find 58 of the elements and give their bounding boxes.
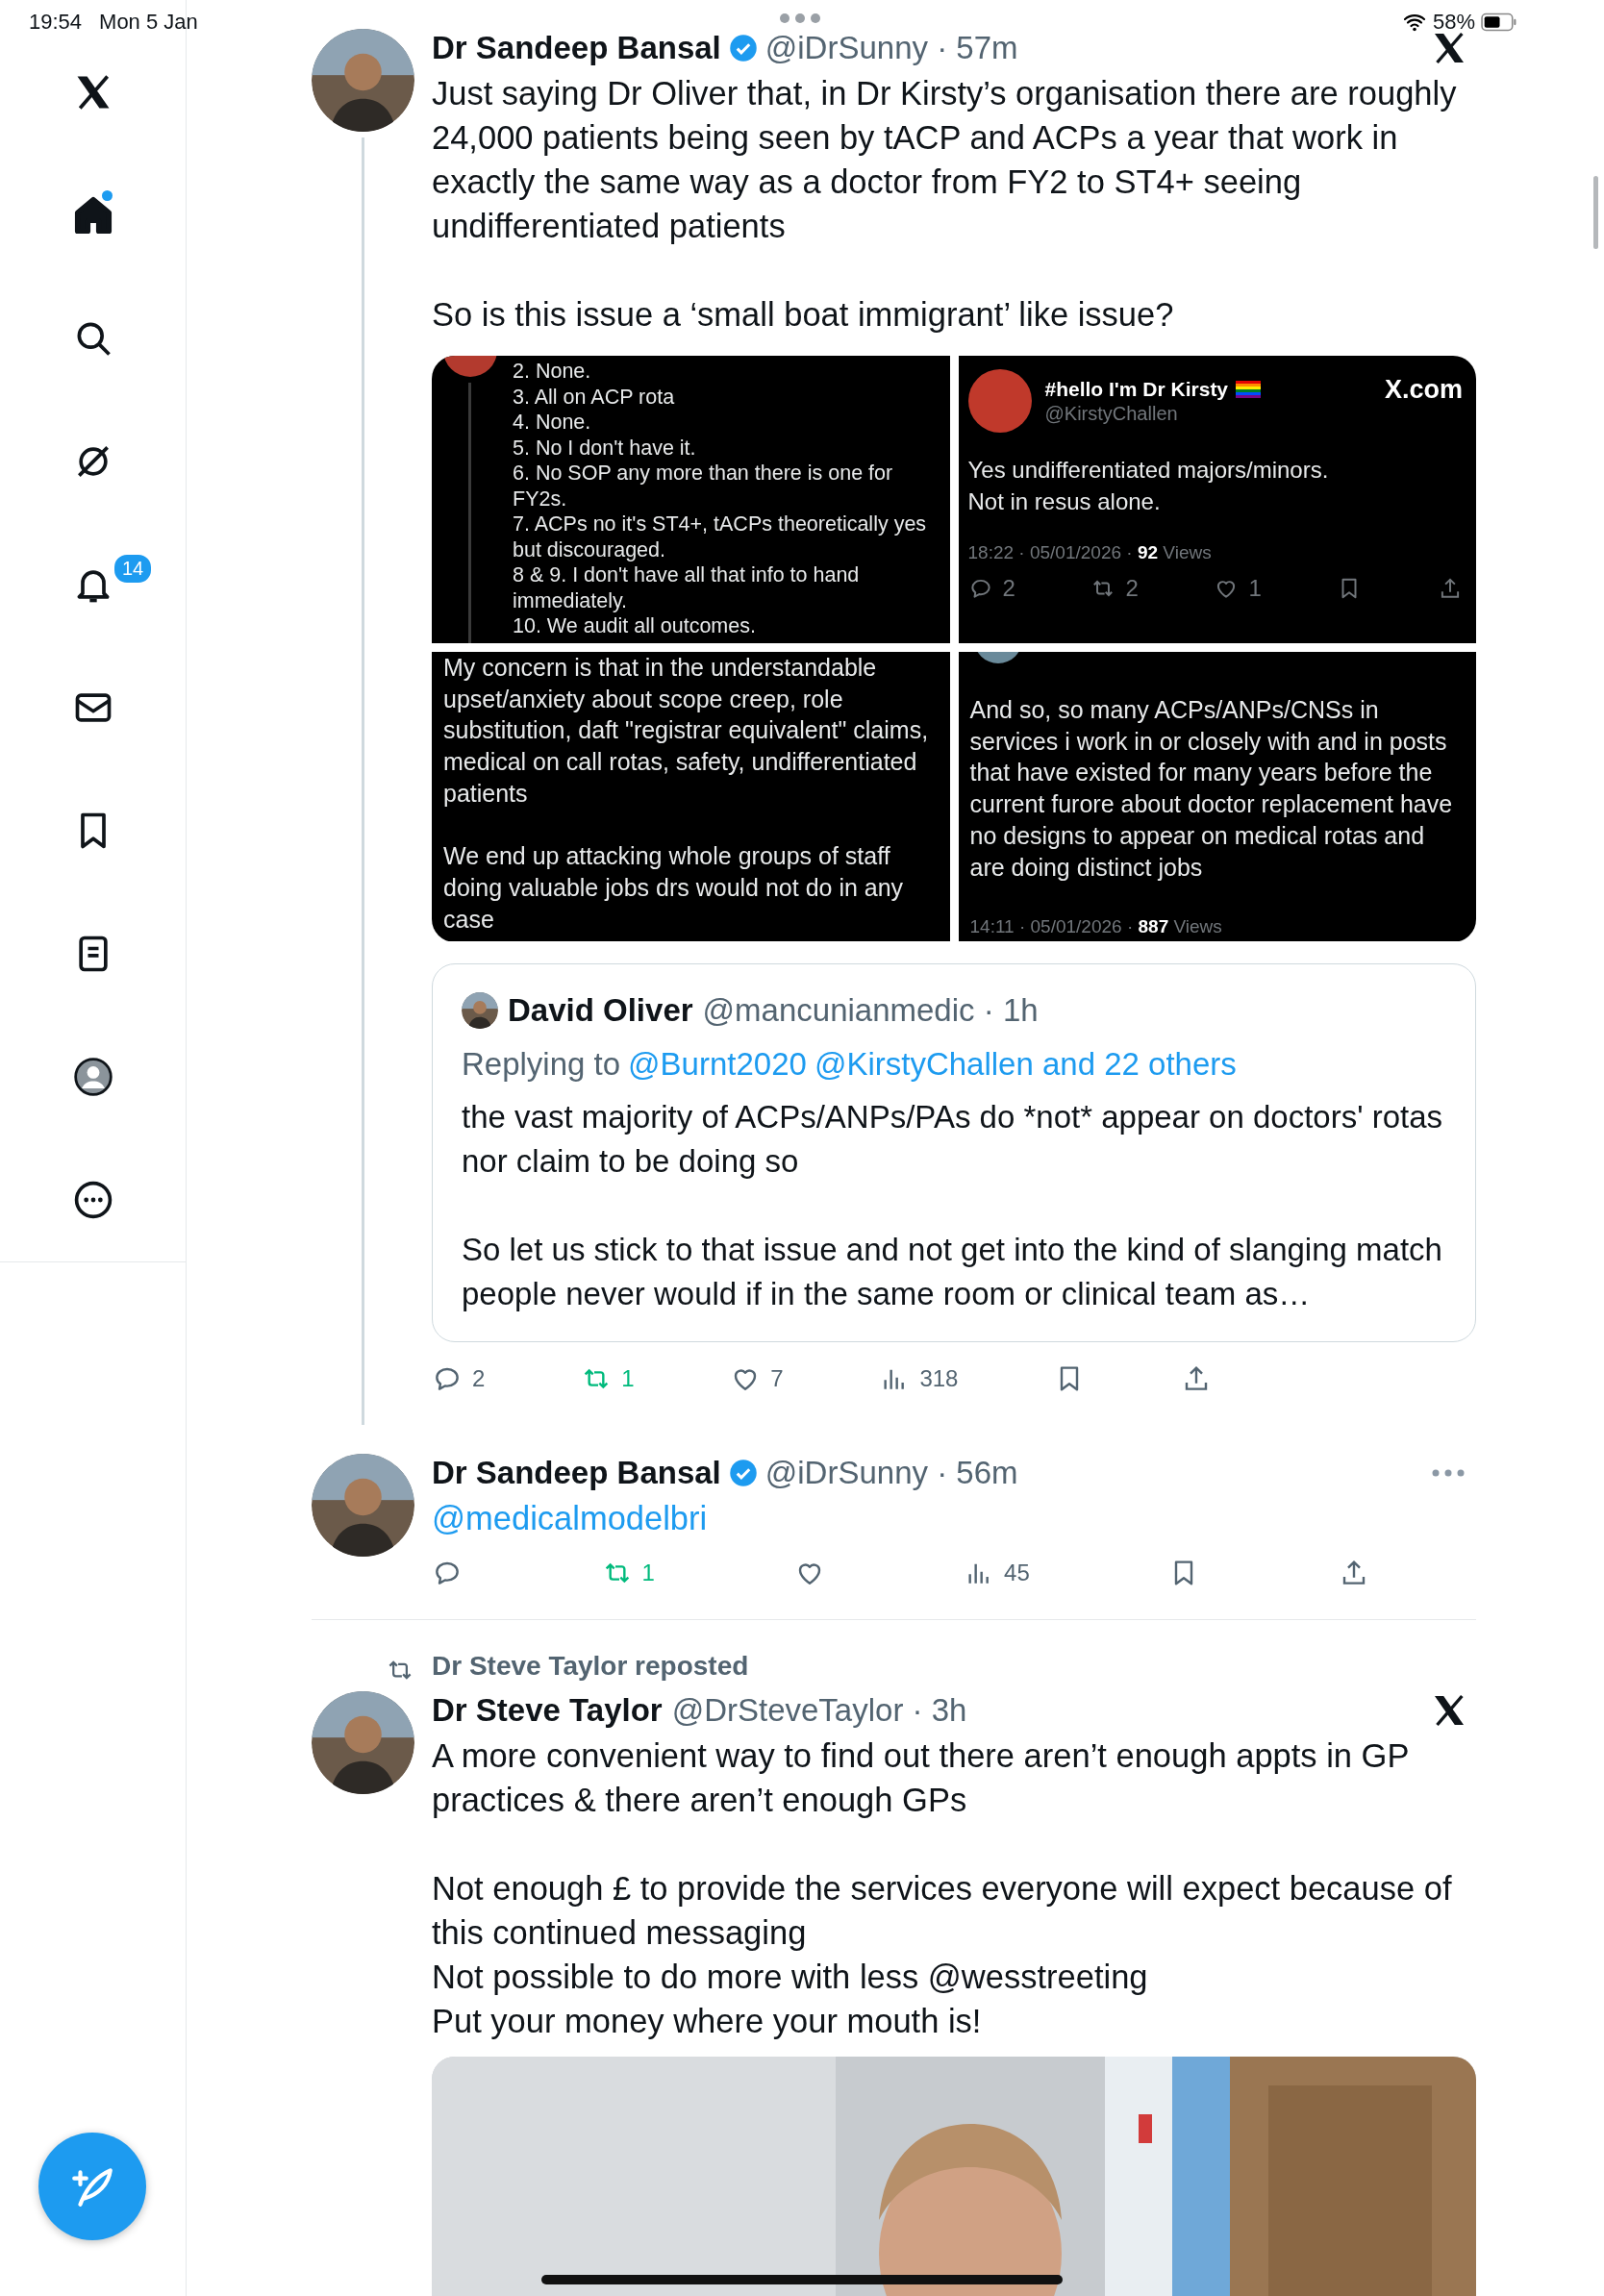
mention-link[interactable]: @medicalmodelbri (432, 1496, 1476, 1540)
screenshot-text: And so, so many ACPs/ANPs/CNSs in services i work in or closely with and in posts that have existed for many years before the current furore about doctor replacement have no designs to appear on medical rotas and are doing distinct jobs (969, 695, 1454, 883)
site-label: X.com (1384, 375, 1463, 405)
battery-percent: 58% (1432, 10, 1475, 35)
compose-button[interactable] (38, 2133, 146, 2240)
quote-text: the vast majority of ACPs/ANPs/PAs do *not* appear on doctors' rotas nor claim to be doing so (462, 1098, 1444, 1181)
author-handle: @KirstyChallen (1044, 402, 1179, 425)
reposted-label: Dr Steve Taylor reposted (432, 1650, 750, 1683)
author-name: Dr Sandeep Bansal (432, 30, 721, 66)
status-time: 19:54 (29, 10, 83, 35)
tweet-text: Just saying Dr Oliver that, in Dr Kirsty’s organisation there are roughly 24,000 patients being seen by tACP and ACPs a year that work in exactly the same way as a doctor from FY2 to ST4+ seeing undifferentiated patients (432, 74, 1458, 246)
author-name: Dr Sandeep Bansal (432, 1455, 721, 1491)
repost-button[interactable]: 2 (1090, 575, 1139, 602)
views-button[interactable]: 45 (964, 1556, 1030, 1590)
screenshot-text: We end up attacking whole groups of staff doing valuable jobs drs would not do in any case (443, 841, 905, 935)
like-button[interactable]: 7 (730, 1361, 784, 1396)
replying-label: Replying to (462, 1046, 621, 1082)
screenshot-text: 8 & 9. I don't have all that info to hand immediately. (513, 562, 861, 613)
mention-link[interactable]: @Burnt2020 (628, 1046, 807, 1082)
tweet-text: So is this issue a ‘small boat immigrant’ like issue? (432, 295, 1175, 335)
tweet-text: Not possible to do more with less @wesstreeting (432, 1958, 1149, 1997)
screenshot-text: Not in resus alone. (967, 487, 1162, 516)
screenshot-text: 4. None. (513, 410, 592, 436)
author-name: #hello I'm Dr Kirsty (1044, 377, 1229, 401)
tweet-text: A more convenient way to find out there aren’t enough appts in GP practices & there aren’t enough GPs (432, 1736, 1410, 1820)
avatar (462, 992, 498, 1029)
views-button[interactable]: 318 (879, 1361, 959, 1396)
tweet-meta: @mancunianmedic · 1h (702, 992, 1039, 1029)
screenshot-text: 10. We audit all outcomes. (513, 613, 757, 639)
author-name: Dr Steve Taylor (432, 1692, 663, 1729)
screenshot-text: 7. ACPs no it's ST4+, tACPs theoretically yes but discouraged. (513, 512, 928, 562)
post-stats: 14:11 · 05/01/2026 · 887 Views (969, 914, 1223, 938)
tweet-text: Put your money where your mouth is! (432, 2002, 983, 2041)
mention-link[interactable]: @KirstyChallen and 22 others (814, 1046, 1237, 1082)
scrollbar[interactable] (1593, 176, 1598, 249)
quote-text: So let us stick to that issue and not get into the kind of slanging match people never would if in the same room or clinical team as… (462, 1231, 1443, 1313)
tweet-meta: @iDrSunny · 57m (764, 30, 1018, 66)
screenshot-text: 2. None. (513, 359, 592, 385)
screenshot-text: 3. All on ACP rota (513, 384, 676, 410)
battery-icon (1481, 12, 1517, 32)
repost-button[interactable]: 1 (581, 1361, 635, 1396)
screenshot-text: My concern is that in the understandable upset/anxiety about scope creep, role substitution, daft "registrar equivalent" claims, medical on call rotas, safety, undifferentiated patients (443, 653, 930, 809)
profile-icon[interactable] (71, 1056, 114, 1098)
post-stats: 18:22 · 05/01/2026 · 92 Views (967, 541, 1213, 564)
like-button[interactable]: 1 (1214, 575, 1262, 602)
tweet-text: Not enough £ to provide the services everyone will expect because of this continued messaging (432, 1869, 1453, 1953)
screenshot-text: 6. No SOP any more than there is one for FY2s. (513, 461, 894, 512)
status-date: Mon 5 Jan (99, 10, 198, 35)
screenshot-text: Yes undifferentiated majors/minors. (967, 456, 1330, 485)
tweet-meta: @DrSteveTaylor · 3h (671, 1692, 967, 1729)
tweet-meta: @iDrSunny · 56m (764, 1455, 1018, 1491)
quoted-post[interactable] (432, 963, 1476, 1342)
author-name: David Oliver (508, 992, 693, 1029)
multitasking-dots-icon[interactable] (779, 13, 821, 23)
reply-button[interactable]: 2 (432, 1361, 486, 1396)
reply-button[interactable]: 2 (967, 575, 1015, 602)
screenshot-text: 5. No I don't have it. (513, 435, 697, 461)
repost-button[interactable]: 1 (601, 1556, 655, 1590)
